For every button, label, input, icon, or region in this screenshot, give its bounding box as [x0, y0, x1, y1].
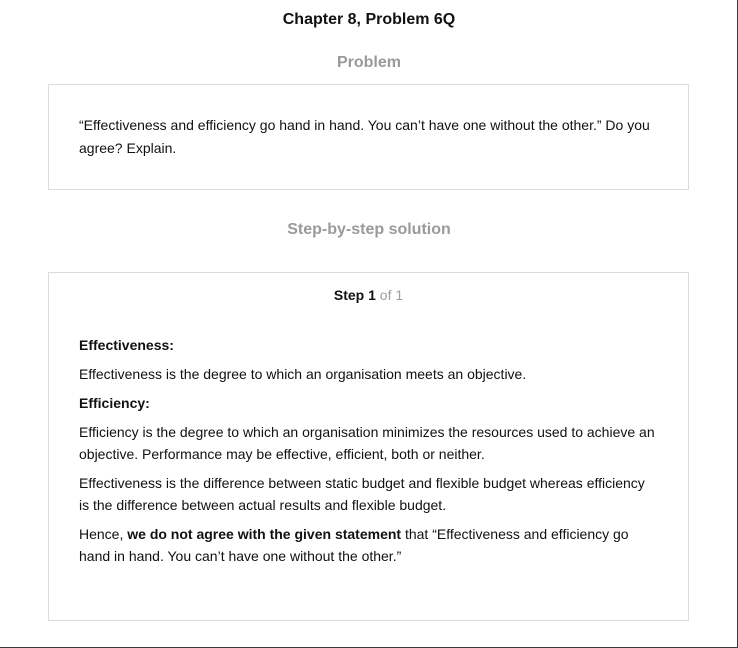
effectiveness-text: Effectiveness is the degree to which an …	[79, 366, 527, 382]
step-word: Step	[333, 287, 365, 303]
difference-text: Effectiveness is the difference between …	[79, 475, 645, 513]
efficiency-heading: Efficiency:	[79, 395, 150, 411]
solution-body: Effectiveness: Effectiveness is the degr…	[79, 334, 656, 574]
step-total: of 1	[379, 287, 404, 303]
step-indicator: Step 1 of 1	[49, 287, 688, 303]
conclusion-emphasis: we do not agree with the given statement	[127, 526, 402, 542]
efficiency-text: Efficiency is the degree to which an org…	[79, 424, 655, 462]
problem-text: “Effectiveness and efficiency go hand in…	[79, 117, 650, 156]
effectiveness-heading: Effectiveness:	[79, 337, 174, 353]
solution-card: Step 1 of 1 Effectiveness: Effectiveness…	[48, 272, 689, 621]
problem-card: “Effectiveness and efficiency go hand in…	[48, 84, 689, 190]
solution-heading: Step-by-step solution	[287, 221, 451, 238]
conclusion-prefix: Hence,	[79, 526, 128, 542]
page-title: Chapter 8, Problem 6Q	[282, 11, 456, 28]
problem-heading: Problem	[336, 54, 401, 71]
step-number: 1	[368, 287, 376, 303]
conclusion-text: Hence, we do not agree with the given st…	[79, 523, 656, 567]
